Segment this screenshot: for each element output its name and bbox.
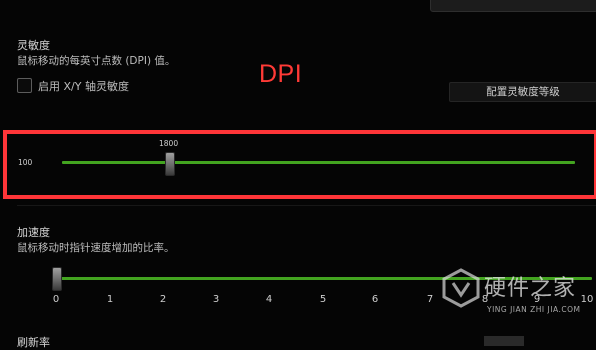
sensitivity-description: 鼠标移动的每英寸点数 (DPI) 值。: [17, 55, 176, 67]
watermark-title: 硬件之家: [484, 276, 577, 301]
dpi-slider-track[interactable]: [62, 161, 575, 164]
tick-label: 0: [52, 294, 60, 305]
enable-xy-checkbox[interactable]: [17, 78, 32, 93]
dpi-slider-thumb[interactable]: [165, 152, 175, 176]
tick-label: 7: [426, 294, 434, 305]
dpi-min-label: 100: [18, 158, 33, 167]
polling-rate-title: 刷新率: [17, 336, 50, 349]
watermark-subtitle: YING JIAN ZHI JIA.COM: [487, 305, 581, 314]
watermark-logo-icon: [442, 268, 480, 308]
acceleration-title: 加速度: [17, 226, 50, 239]
tick-label: 2: [159, 294, 167, 305]
tick-label: 5: [319, 294, 327, 305]
dpi-annotation: DPI: [259, 60, 303, 88]
top-dropdown[interactable]: [430, 0, 596, 12]
polling-rate-dropdown[interactable]: [484, 336, 524, 346]
tick-label: 3: [212, 294, 220, 305]
tick-label: 6: [371, 294, 379, 305]
acceleration-slider-thumb[interactable]: [52, 267, 62, 291]
tick-label: 10: [580, 294, 594, 305]
dpi-value-label: 1800: [159, 139, 179, 148]
config-sensitivity-button[interactable]: 配置灵敏度等级: [449, 82, 596, 102]
dpi-highlight-box: [3, 130, 596, 199]
section-divider: [17, 205, 596, 206]
tick-label: 4: [265, 294, 273, 305]
acceleration-description: 鼠标移动时指针速度增加的比率。: [17, 242, 175, 254]
tick-label: 1: [106, 294, 114, 305]
sensitivity-title: 灵敏度: [17, 39, 50, 52]
enable-xy-label: 启用 X/Y 轴灵敏度: [38, 80, 129, 93]
